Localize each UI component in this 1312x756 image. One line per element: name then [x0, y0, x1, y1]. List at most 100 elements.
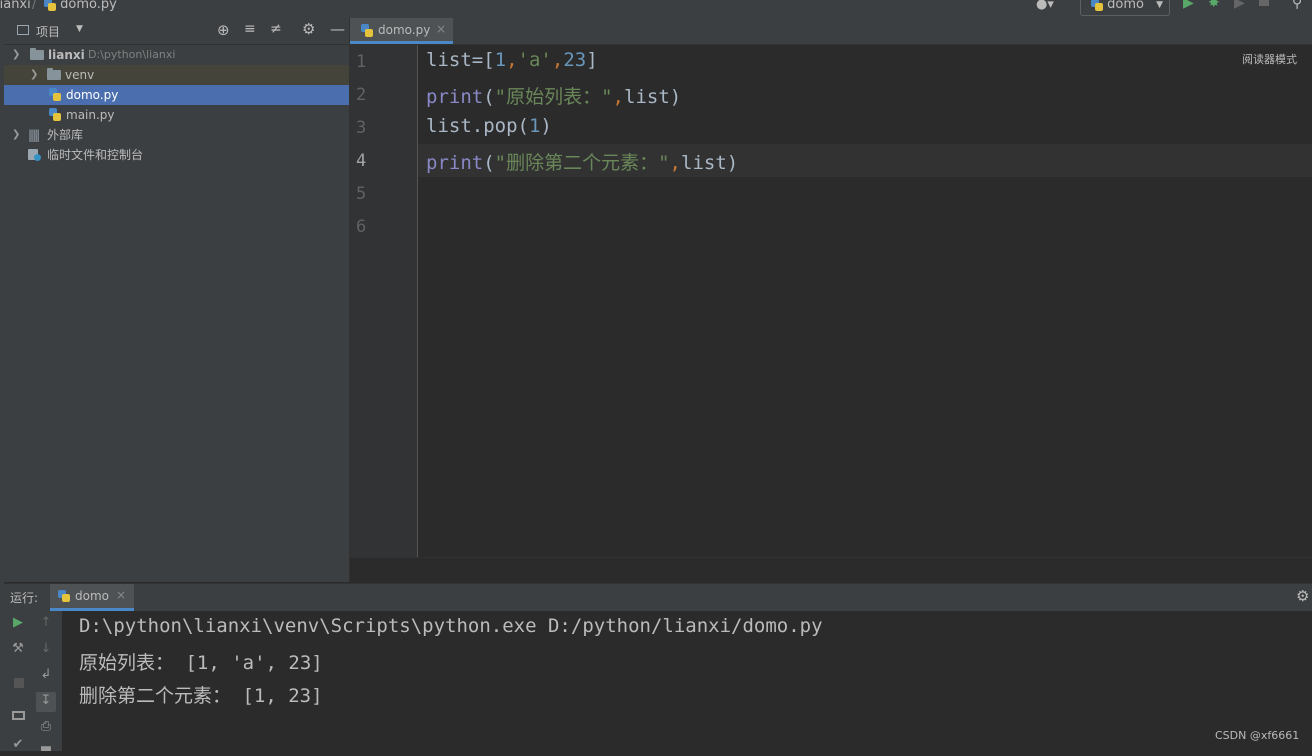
run-tab-label: domo: [75, 589, 109, 603]
close-icon[interactable]: ×: [116, 588, 126, 602]
project-view-icon: [17, 25, 29, 35]
hide-panel-icon[interactable]: —: [330, 20, 345, 38]
code-editor[interactable]: [418, 45, 1312, 557]
gear-icon[interactable]: ⚙: [1296, 587, 1309, 605]
breadcrumb-separator: /: [32, 0, 37, 12]
folder-icon: [30, 48, 44, 60]
python-file-icon: [44, 0, 56, 11]
python-file-icon: [49, 108, 61, 122]
code-line-4: print("删除第二个元素：",list): [426, 148, 738, 175]
breadcrumb-file[interactable]: domo.py: [44, 0, 117, 12]
tree-item-scratches[interactable]: 临时文件和控制台: [4, 145, 349, 165]
code-token: list): [681, 152, 739, 174]
debug-icon[interactable]: ✸: [1208, 0, 1220, 11]
code-line-1: list=[1,'a',23]: [426, 49, 598, 71]
chevron-right-icon[interactable]: ❯: [30, 65, 38, 85]
code-line-2: print("原始列表：",list): [426, 82, 681, 109]
run-config-label: domo: [1107, 0, 1144, 12]
coverage-icon[interactable]: ▶: [1234, 0, 1245, 11]
project-panel-title[interactable]: 项目: [36, 23, 60, 40]
tree-item-lianxi[interactable]: ❯ lianxi D:\python\lianxi: [4, 45, 349, 65]
code-token: ,: [506, 49, 518, 71]
run-icon[interactable]: ▶: [1183, 0, 1194, 11]
tree-item-label: domo.py: [66, 88, 119, 102]
editor-tab-bar: domo.py ×: [350, 18, 1312, 45]
chevron-down-icon[interactable]: ❯: [12, 45, 20, 65]
code-token: 1: [528, 115, 541, 137]
code-token: ]: [586, 49, 598, 71]
code-token: list.pop(: [426, 115, 529, 137]
editor-horizontal-scrollbar[interactable]: [350, 557, 1312, 583]
run-tab-domo[interactable]: domo ×: [50, 584, 134, 611]
line-number: 6: [356, 217, 367, 237]
code-token: ,: [612, 86, 624, 108]
navigation-bar: lianxi / domo.py ●▾ domo ▼ ▶ ✸ ▶ ⚲: [0, 0, 1312, 19]
code-token: print: [426, 152, 484, 174]
line-number: 2: [356, 85, 367, 105]
run-config-select[interactable]: domo ▼: [1080, 0, 1170, 16]
reader-mode-link[interactable]: 阅读器模式: [1242, 51, 1297, 67]
watermark: CSDN @xf6661: [1215, 729, 1300, 742]
console-line-output-1: 原始列表： [1, 'a', 23]: [79, 652, 323, 674]
breadcrumb-file-label: domo.py: [60, 0, 117, 12]
library-icon: |||||: [28, 128, 40, 142]
wrench-icon[interactable]: ⚒: [10, 641, 26, 656]
collapse-all-icon[interactable]: ≠: [270, 21, 282, 37]
user-icon[interactable]: ●▾: [1036, 0, 1054, 12]
tree-item-label: 外部库: [47, 128, 84, 142]
run-panel-label: 运行:: [10, 591, 39, 605]
rerun-icon[interactable]: ▶: [10, 615, 26, 630]
run-panel-header: 运行: domo × ⚙: [4, 583, 1312, 612]
python-config-icon: [1091, 0, 1103, 11]
tree-item-main-py[interactable]: main.py: [4, 105, 349, 125]
tree-item-label: main.py: [66, 108, 115, 122]
python-file-icon: [49, 88, 61, 102]
run-toolbar: ▶ ⚒ ✔ ↑ ↓ ↲ ↧ ⎙ ▬: [4, 611, 63, 756]
code-line-3: list.pop(1): [426, 115, 552, 137]
tab-label: domo.py: [378, 23, 431, 37]
arrow-down-icon[interactable]: ↓: [38, 641, 54, 656]
line-number: 4: [356, 151, 367, 171]
project-panel-header: 项目 ▼ ⊕ ≡ ≠ ⚙ —: [4, 18, 349, 45]
console-line-output-2: 删除第二个元素： [1, 23]: [79, 685, 323, 707]
locate-icon[interactable]: ⊕: [217, 21, 230, 39]
chevron-right-icon[interactable]: ❯: [12, 125, 20, 145]
console-line-command: D:\python\lianxi\venv\Scripts\python.exe…: [79, 615, 823, 637]
line-number: 3: [356, 118, 367, 138]
folder-icon: [47, 68, 61, 80]
code-token: list): [624, 86, 682, 108]
tab-domo-py[interactable]: domo.py ×: [350, 18, 453, 44]
stop-icon[interactable]: [1259, 0, 1269, 6]
pin-icon[interactable]: ✔: [10, 737, 26, 752]
trash-icon[interactable]: ▬: [38, 741, 54, 756]
expand-all-icon[interactable]: ≡: [244, 21, 256, 37]
tree-item-domo-py[interactable]: domo.py: [4, 85, 349, 105]
tree-item-venv[interactable]: ❯ venv: [4, 65, 349, 85]
scratch-badge-icon: [34, 154, 41, 161]
soft-wrap-icon[interactable]: ↲: [38, 667, 54, 682]
scroll-to-end-icon: ↧: [40, 693, 52, 708]
tree-item-external-libraries[interactable]: ❯ ||||| 外部库: [4, 125, 349, 145]
search-icon[interactable]: ⚲: [1292, 0, 1302, 11]
code-token: "删除第二个元素：": [494, 152, 670, 174]
chevron-down-icon: ▼: [1156, 0, 1163, 10]
breadcrumb-project[interactable]: lianxi: [0, 0, 31, 12]
tree-item-label: venv: [65, 68, 95, 82]
tree-item-label: 临时文件和控制台: [47, 148, 144, 162]
chevron-down-icon[interactable]: ▼: [76, 24, 83, 34]
close-icon[interactable]: ×: [436, 22, 446, 36]
stop-icon[interactable]: [14, 678, 24, 688]
code-token: (: [483, 152, 495, 174]
code-token: ,: [669, 152, 681, 174]
layout-icon[interactable]: [12, 711, 25, 720]
code-token: 'a': [517, 49, 552, 71]
tree-item-label: lianxi: [48, 48, 85, 62]
line-number: 1: [356, 52, 367, 72]
arrow-up-icon[interactable]: ↑: [38, 615, 54, 630]
code-token: ,: [551, 49, 564, 71]
line-number: 5: [356, 184, 367, 204]
print-icon[interactable]: ⎙: [38, 719, 54, 734]
code-token: (: [483, 86, 495, 108]
python-file-icon: [58, 590, 70, 602]
gear-icon[interactable]: ⚙: [302, 20, 315, 38]
